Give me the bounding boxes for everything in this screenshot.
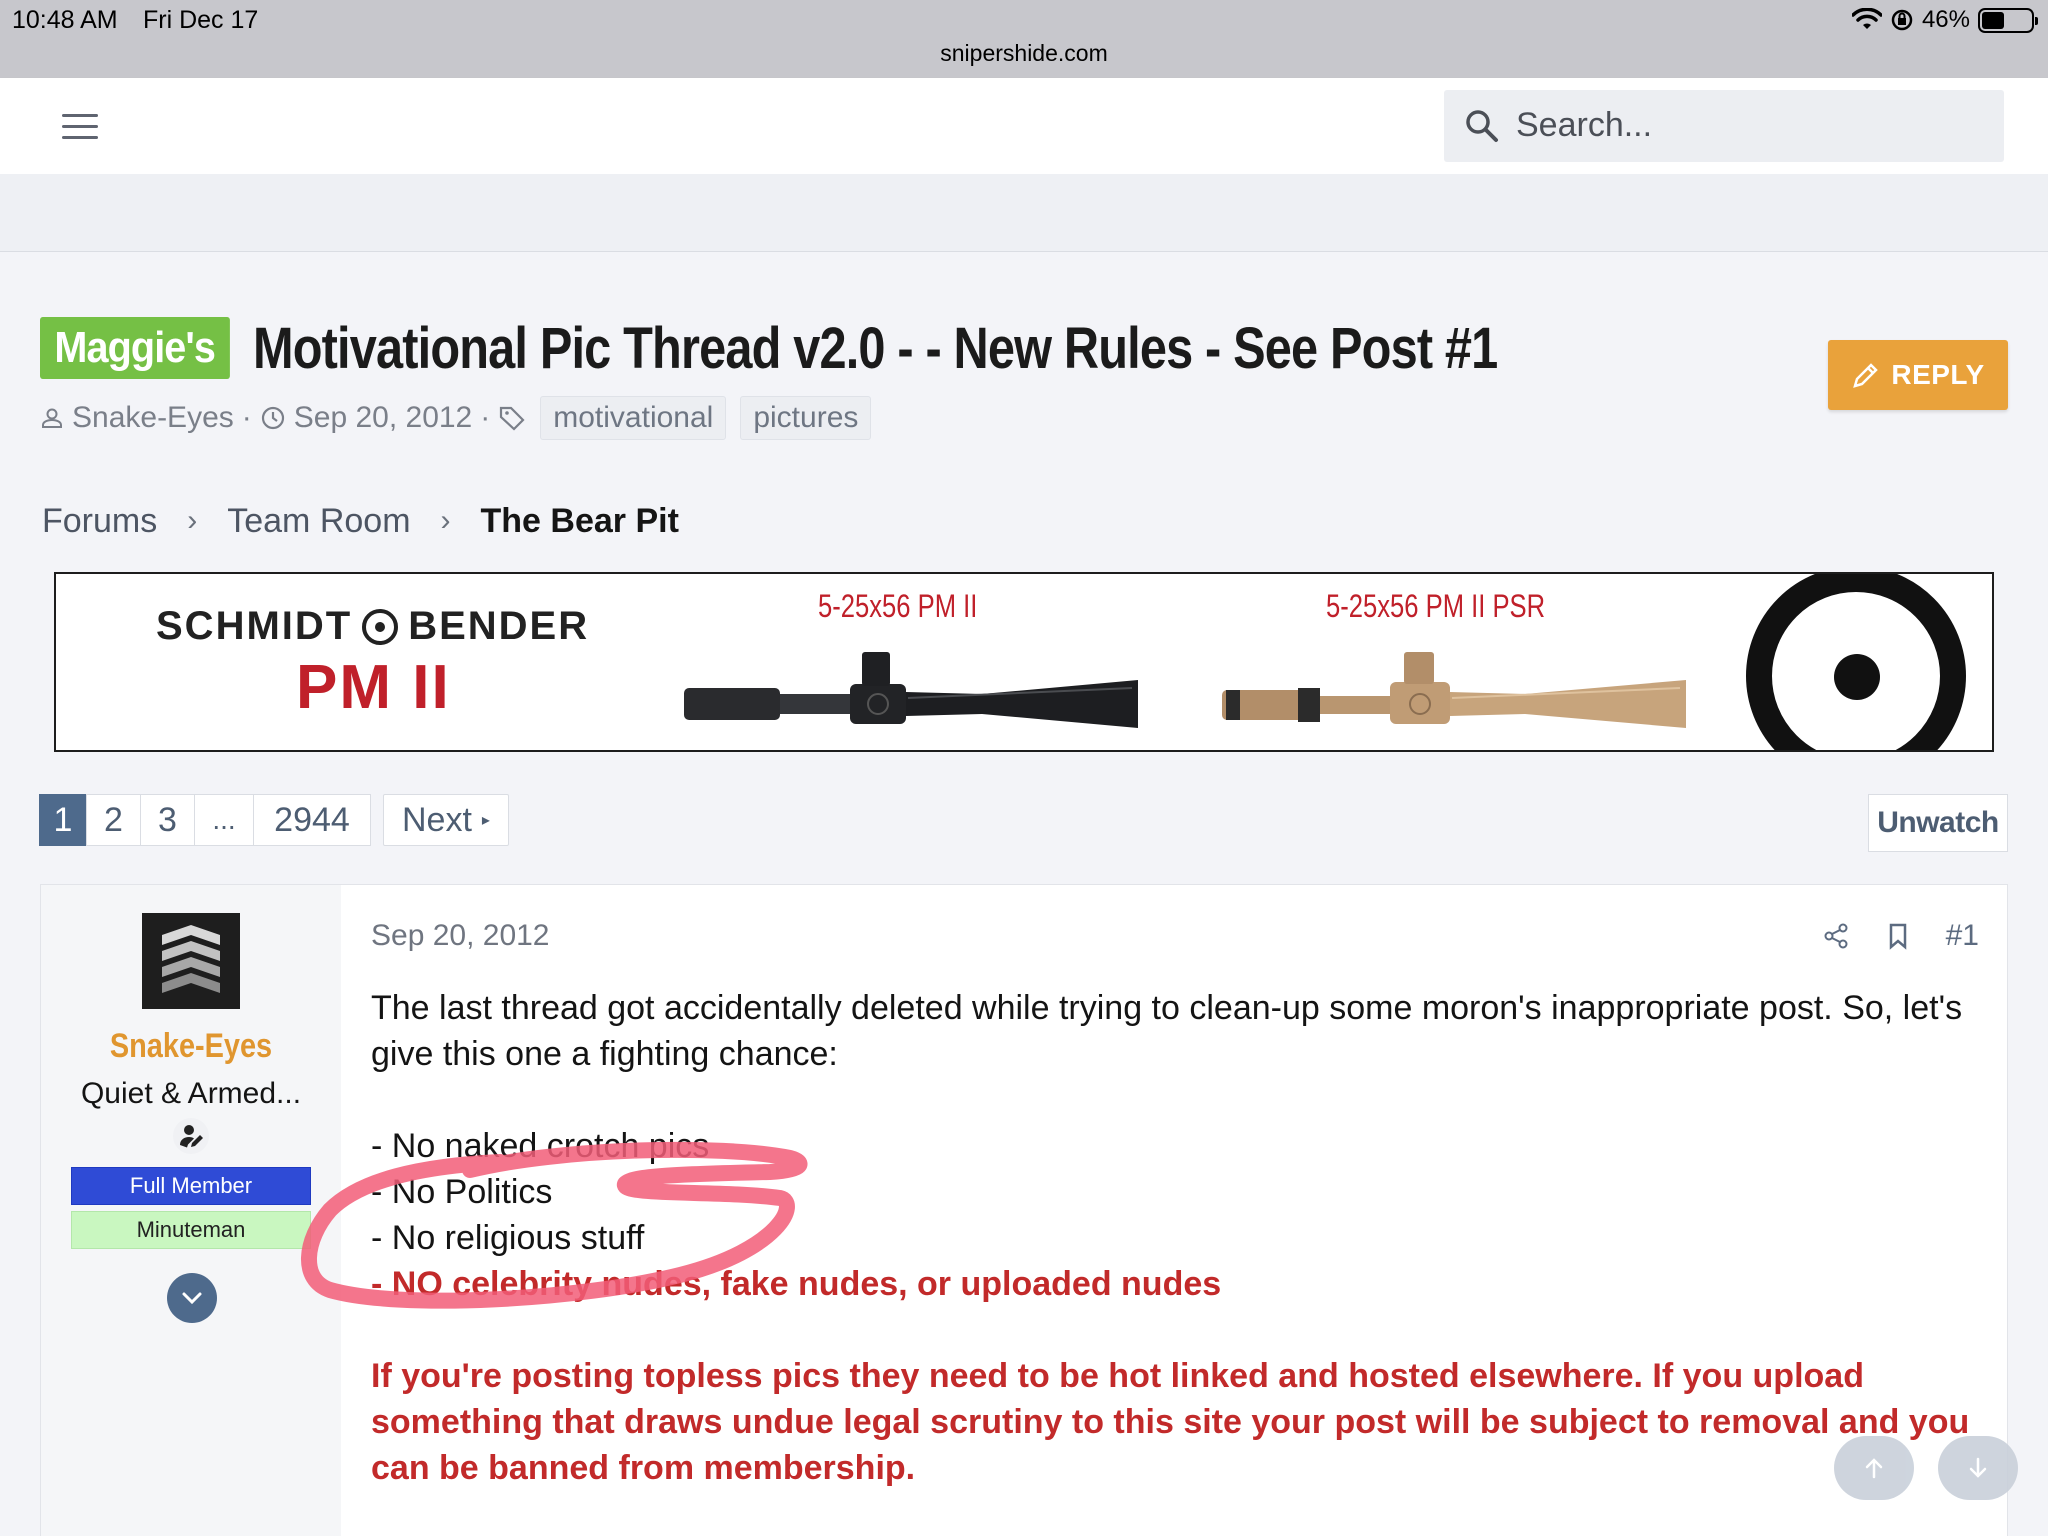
thread-title-row: Maggie's Motivational Pic Thread v2.0 - …: [40, 312, 1734, 384]
bookmark-icon[interactable]: [1886, 922, 1910, 950]
battery-icon: [1978, 7, 2038, 33]
meta-separator: ·: [241, 401, 252, 434]
pencil-icon: [1853, 363, 1879, 388]
meta-separator: ·: [480, 401, 491, 434]
scroll-up-button[interactable]: [1834, 1436, 1914, 1500]
tag-icon: [500, 406, 525, 431]
post-username[interactable]: Snake-Eyes: [64, 1027, 319, 1066]
post-intro: The last thread got accidentally deleted…: [371, 989, 1963, 1073]
product-name: PM II: [296, 653, 451, 722]
post-number[interactable]: #1: [1946, 919, 1979, 953]
scroll-down-button[interactable]: [1938, 1436, 2018, 1500]
sub-navigation-bar: [0, 174, 2048, 252]
battery-percent: 46%: [1921, 6, 1970, 33]
scope-image-tan: [1222, 652, 1686, 728]
chevron-right-icon: ›: [187, 504, 198, 537]
search-icon: [1466, 110, 1498, 142]
breadcrumb-current[interactable]: The Bear Pit: [481, 502, 679, 541]
thread-meta: Snake-Eyes · Sep 20, 2012 · motivational…: [40, 395, 872, 441]
post-body: The last thread got accidentally deleted…: [371, 985, 1981, 1491]
search-box[interactable]: [1444, 90, 2004, 162]
breadcrumb-forums[interactable]: Forums: [42, 502, 157, 541]
thread-author[interactable]: Snake-Eyes: [72, 401, 234, 435]
page-title: Motivational Pic Thread v2.0 - - New Rul…: [252, 315, 1498, 381]
top-navigation: [0, 78, 2048, 174]
scope-label-2: 5-25x56 PM II PSR: [1326, 588, 1546, 624]
arrow-up-icon: [1865, 1458, 1883, 1479]
reply-label: REPLY: [1891, 359, 1985, 390]
rule-item: - No Politics: [371, 1173, 553, 1211]
user-title: Quiet & Armed...: [80, 1077, 302, 1110]
thread-prefix[interactable]: Maggie's: [40, 317, 230, 379]
orientation-lock-icon: [1891, 9, 1913, 31]
clock-icon: [261, 406, 284, 430]
brand-name-2: BENDER: [408, 604, 590, 648]
target-logo: [1746, 574, 1966, 750]
wifi-icon: [1851, 8, 1882, 29]
share-icon[interactable]: [1822, 922, 1850, 950]
rule-item-red: - NO celebrity nudes, fake nudes, or upl…: [371, 1265, 1222, 1303]
status-bar: 10:48 AM Fri Dec 17 snipershide.com 46%: [0, 0, 2048, 78]
unwatch-button[interactable]: Unwatch: [1868, 794, 2008, 852]
avatar-image: [142, 913, 240, 1009]
avatar[interactable]: [142, 913, 240, 1009]
scope-label-1: 5-25x56 PM II: [818, 588, 978, 624]
user-icon: [42, 408, 62, 428]
page-1[interactable]: 1: [39, 794, 87, 846]
brand-mark-icon: [362, 608, 399, 645]
arrow-down-icon: [1969, 1457, 1987, 1478]
status-date: Fri Dec 17: [143, 6, 259, 34]
search-input[interactable]: [1516, 104, 1986, 146]
caret-right-icon: ▸: [481, 812, 490, 829]
chevron-down-icon: [182, 1292, 202, 1305]
rule-item: - No naked crotch pics: [371, 1127, 710, 1165]
page-2[interactable]: 2: [86, 794, 141, 846]
page-ellipsis[interactable]: ...: [194, 794, 254, 846]
pagination: 1 2 3 ... 2944 Next ▸: [39, 794, 509, 846]
breadcrumb-team-room[interactable]: Team Room: [227, 502, 410, 541]
reply-button[interactable]: REPLY: [1828, 340, 2008, 410]
next-label: Next: [402, 800, 472, 839]
scope-image-black: [684, 652, 1138, 728]
badge-minuteman: Minuteman: [71, 1211, 311, 1249]
brand-name: SCHMIDT: [156, 604, 353, 648]
page-3[interactable]: 3: [140, 794, 195, 846]
post-actions: #1: [1822, 919, 1979, 953]
menu-icon[interactable]: [62, 114, 98, 140]
post-user-column: Snake-Eyes Quiet & Armed... Full Member …: [41, 885, 341, 1536]
status-indicators: 46%: [1851, 6, 2038, 34]
tag-motivational[interactable]: motivational: [540, 396, 727, 440]
post-warning: If you're posting topless pics they need…: [371, 1357, 1970, 1487]
next-page-button[interactable]: Next ▸: [383, 794, 509, 846]
chevron-right-icon: ›: [440, 504, 451, 537]
page-last[interactable]: 2944: [253, 794, 371, 846]
status-time: 10:48 AM: [12, 6, 118, 34]
tag-pictures[interactable]: pictures: [740, 396, 872, 440]
address-url[interactable]: snipershide.com: [0, 40, 2048, 67]
expand-user-info-button[interactable]: [167, 1273, 217, 1323]
user-edit-icon: [173, 1118, 209, 1154]
brand-logo: SCHMIDT BENDER: [156, 604, 589, 649]
badge-full-member: Full Member: [71, 1167, 311, 1205]
rule-item: - No religious stuff: [371, 1219, 645, 1257]
post: Snake-Eyes Quiet & Armed... Full Member …: [40, 884, 2008, 1536]
post-date[interactable]: Sep 20, 2012: [371, 919, 550, 953]
thread-date[interactable]: Sep 20, 2012: [294, 401, 473, 435]
ad-banner[interactable]: SCHMIDT BENDER PM II 5-25x56 PM II 5-25x…: [54, 572, 1994, 752]
breadcrumb: Forums › Team Room › The Bear Pit: [42, 496, 679, 546]
